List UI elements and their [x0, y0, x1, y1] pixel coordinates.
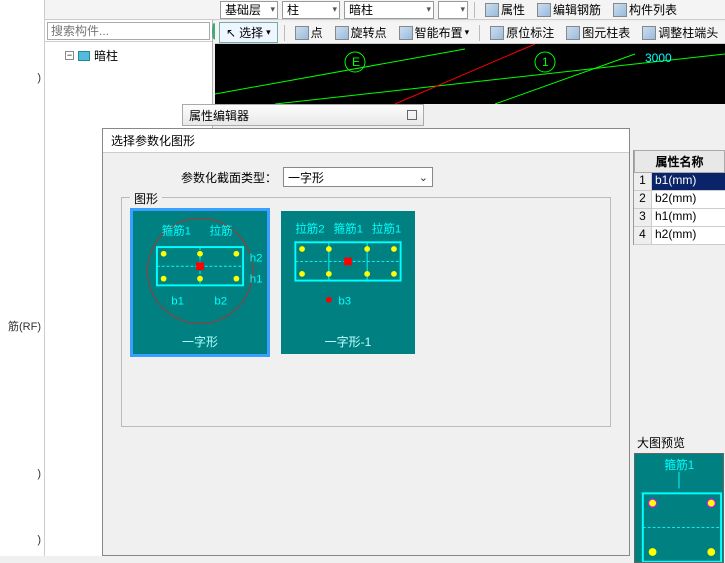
point-tool[interactable]: 点: [291, 24, 327, 42]
large-preview-panel: 大图预览 箍筋1: [633, 432, 725, 563]
adjust-end-tool[interactable]: 调整柱端头: [638, 24, 722, 42]
adjust-icon: [642, 26, 656, 40]
svg-text:拉筋: 拉筋: [210, 224, 233, 238]
far-left-strip: ) 筋(RF) ) ): [0, 0, 45, 556]
prop-row-h1[interactable]: 3h1(mm): [634, 209, 725, 227]
svg-text:b2: b2: [214, 296, 227, 308]
layer-combo[interactable]: 基础层: [220, 1, 278, 19]
smart-icon: [399, 26, 413, 40]
pin-icon[interactable]: [407, 110, 417, 120]
rebar-icon: [537, 3, 551, 17]
column-table-tool[interactable]: 图元柱表: [562, 24, 634, 42]
section-type-label: 参数化截面类型：: [181, 169, 277, 186]
dialog-title: 选择参数化图形: [103, 129, 629, 153]
svg-text:箍筋1: 箍筋1: [664, 458, 694, 472]
group-title: 图形: [130, 190, 162, 207]
property-editor-title: 属性编辑器: [189, 107, 249, 124]
extra-combo[interactable]: [438, 1, 468, 19]
drawing-canvas[interactable]: E 1 3000: [215, 44, 725, 104]
component-list-button[interactable]: 构件列表: [609, 1, 681, 19]
edit-rebar-button[interactable]: 编辑钢筋: [533, 1, 605, 19]
component-tree: − 暗柱: [45, 42, 212, 65]
section-type-select[interactable]: 一字形: [283, 167, 433, 187]
point-icon: [295, 26, 309, 40]
property-table: 属性名称 1b1(mm) 2b2(mm) 3h1(mm) 4h2(mm): [633, 150, 725, 245]
prop-row-b1[interactable]: 1b1(mm): [634, 173, 725, 191]
svg-text:h1: h1: [250, 273, 263, 285]
shape-thumb-yizixing-1[interactable]: 拉筋2 箍筋1 拉筋1 b3 一字形-1: [278, 208, 418, 357]
prop-row-b2[interactable]: 2b2(mm): [634, 191, 725, 209]
svg-text:拉筋2: 拉筋2: [295, 222, 324, 236]
rotate-point-tool[interactable]: 旋转点: [331, 24, 391, 42]
preview-image: 箍筋1: [634, 453, 724, 563]
property-editor-header[interactable]: 属性编辑器: [182, 104, 424, 126]
table-icon: [566, 26, 580, 40]
grid-label-1: 1: [542, 55, 549, 69]
smart-layout-tool[interactable]: 智能布置▾: [395, 24, 474, 42]
tree-item-anzhu[interactable]: − 暗柱: [65, 46, 212, 65]
prop-row-h2[interactable]: 4h2(mm): [634, 227, 725, 245]
properties-icon: [485, 3, 499, 17]
rotate-icon: [335, 26, 349, 40]
category-combo[interactable]: 柱: [282, 1, 340, 19]
preview-title: 大图预览: [633, 432, 725, 453]
properties-button[interactable]: 属性: [481, 1, 529, 19]
grid-label-e: E: [352, 55, 360, 69]
toolbar-top: 基础层 柱 暗柱 属性 编辑钢筋 构件列表: [45, 0, 725, 20]
parametric-shape-dialog: 选择参数化图形 参数化截面类型： 一字形 图形: [102, 128, 630, 556]
svg-text:b3: b3: [338, 296, 351, 308]
thumb-caption: 一字形-1: [281, 331, 415, 354]
shape-group: 图形 箍筋1 拉筋 b1b: [121, 197, 611, 427]
tree-item-label: 暗柱: [94, 47, 118, 64]
property-table-head: 属性名称: [634, 150, 725, 173]
list-icon: [613, 3, 627, 17]
shape-thumb-yizixing[interactable]: 箍筋1 拉筋 b1 b2 h2 h1 一字形: [130, 208, 270, 357]
select-tool[interactable]: ↖选择▾: [219, 22, 278, 43]
orig-mark-tool[interactable]: 原位标注: [486, 24, 558, 42]
svg-text:b1: b1: [171, 296, 184, 308]
svg-text:h2: h2: [250, 252, 263, 264]
thumb-caption: 一字形: [133, 331, 267, 354]
collapse-icon[interactable]: −: [65, 51, 74, 60]
search-input[interactable]: [47, 22, 210, 40]
mark-icon: [490, 26, 504, 40]
dimension-3000: 3000: [645, 51, 672, 65]
toolbar-draw: ↖选择▾ 点 旋转点 智能布置▾ 原位标注 图元柱表 调整柱端头: [215, 22, 725, 44]
svg-text:拉筋1: 拉筋1: [372, 222, 401, 236]
subcategory-combo[interactable]: 暗柱: [344, 1, 434, 19]
svg-text:箍筋1: 箍筋1: [334, 222, 363, 236]
cursor-icon: ↖: [226, 26, 236, 40]
svg-text:箍筋1: 箍筋1: [162, 224, 191, 238]
column-icon: [78, 51, 90, 61]
